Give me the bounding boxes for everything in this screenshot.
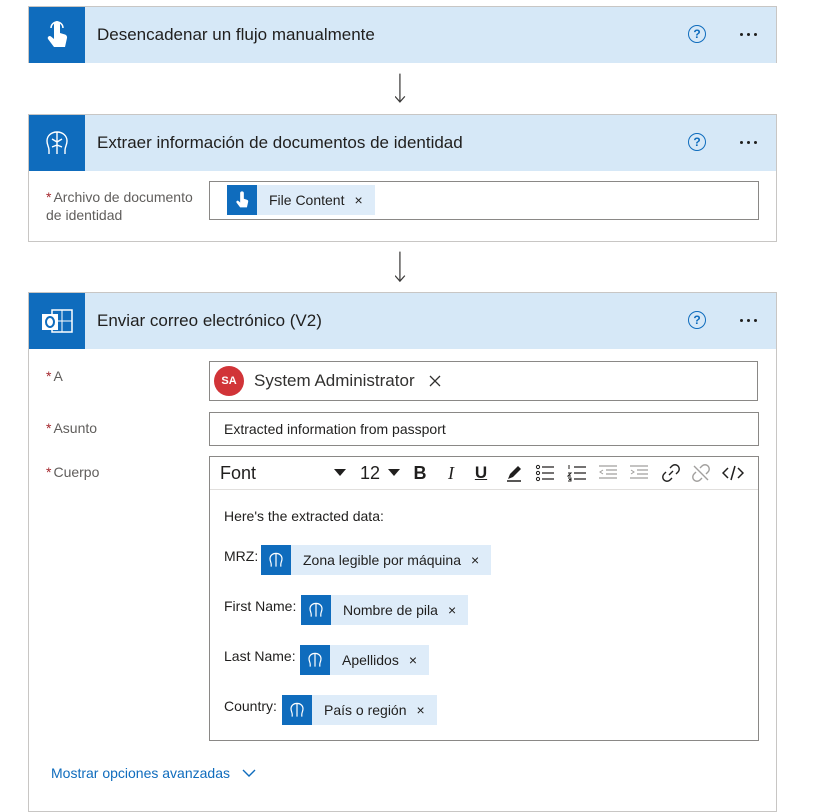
remove-token-icon[interactable]: × (471, 552, 479, 568)
connector-arrow-icon (395, 73, 406, 103)
help-button[interactable]: ? (688, 133, 706, 151)
document-label-line1: Archivo de documento (53, 189, 193, 205)
remove-token-icon[interactable]: × (417, 702, 425, 718)
help-glyph: ? (693, 135, 701, 149)
subject-value: Extracted information from passport (224, 421, 446, 437)
help-glyph: ? (693, 313, 701, 327)
remove-recipient-icon[interactable] (429, 375, 441, 387)
ai-builder-brain-icon (261, 545, 291, 575)
mrz-token[interactable]: Zona legible por máquina × (261, 545, 492, 575)
remove-token-icon[interactable]: × (354, 192, 362, 208)
mrz-label: MRZ: (224, 548, 259, 564)
hand-touch-icon (29, 7, 85, 63)
send-email-title: Enviar correo electrónico (V2) (97, 311, 322, 330)
help-glyph: ? (693, 27, 701, 41)
caret-down-icon (388, 469, 400, 476)
body-intro-text: Here's the extracted data: (224, 508, 384, 524)
hand-touch-icon (227, 185, 257, 215)
bold-button[interactable]: B (410, 461, 430, 485)
font-size-value: 12 (360, 462, 381, 483)
file-content-token[interactable]: File Content × (227, 185, 375, 215)
extract-title: Extraer información de documentos de ide… (97, 133, 463, 152)
font-family-value: Font (220, 462, 257, 483)
avatar-initials: SA (221, 375, 237, 387)
advanced-link-label: Mostrar opciones avanzadas (51, 765, 230, 781)
document-field-label: * Archivo de documento de identidad (46, 188, 193, 224)
required-mark: * (46, 368, 52, 384)
remove-link-icon[interactable] (690, 461, 712, 485)
first-name-label: First Name: (224, 598, 297, 614)
remove-token-icon[interactable]: × (448, 602, 456, 618)
help-button[interactable]: ? (688, 25, 706, 43)
country-token[interactable]: País o región × (282, 695, 437, 725)
ai-builder-brain-icon (300, 645, 330, 675)
numbered-list-icon[interactable] (566, 461, 588, 485)
token-label: File Content (269, 192, 345, 208)
avatar: SA (214, 366, 244, 396)
ai-builder-brain-icon (282, 695, 312, 725)
token-label: Nombre de pila (343, 602, 438, 618)
decrease-indent-icon[interactable] (597, 461, 619, 485)
show-advanced-options-link[interactable]: Mostrar opciones avanzadas (51, 765, 256, 781)
token-label: Zona legible por máquina (303, 552, 461, 568)
to-label: A (53, 368, 63, 384)
last-name-token[interactable]: Apellidos × (300, 645, 430, 675)
remove-token-icon[interactable]: × (409, 652, 417, 668)
trigger-card-header[interactable]: Desencadenar un flujo manualmente ? (29, 7, 776, 63)
more-options-button[interactable] (734, 131, 762, 153)
required-mark: * (46, 464, 52, 480)
first-name-token[interactable]: Nombre de pila × (301, 595, 469, 625)
font-family-dropdown[interactable]: Font (220, 461, 346, 485)
highlight-pen-icon[interactable] (503, 461, 525, 485)
editor-toolbar: Font 12 B I U (210, 457, 758, 490)
outlook-icon (29, 293, 85, 349)
document-label-line2: de identidad (46, 207, 123, 223)
ai-builder-brain-icon (301, 595, 331, 625)
token-label: Apellidos (342, 652, 399, 668)
to-field-label: * A (46, 367, 63, 385)
trigger-card[interactable]: Desencadenar un flujo manualmente ? (28, 6, 777, 63)
code-view-icon[interactable] (721, 461, 745, 485)
body-label: Cuerpo (53, 464, 100, 480)
recipient-name: System Administrator (254, 371, 415, 390)
country-label: Country: (224, 698, 277, 714)
underline-button[interactable]: U (471, 461, 491, 485)
font-size-dropdown[interactable]: 12 (360, 461, 400, 485)
caret-down-icon (334, 469, 346, 476)
body-field-label: * Cuerpo (46, 463, 99, 481)
italic-button[interactable]: I (441, 461, 461, 485)
ai-builder-brain-icon (29, 115, 85, 171)
send-email-card-header[interactable]: Enviar correo electrónico (V2) ? (29, 293, 776, 349)
last-name-label: Last Name: (224, 648, 296, 664)
recipient-chip[interactable]: SA System Administrator (214, 366, 441, 396)
more-options-button[interactable] (734, 309, 762, 331)
subject-label: Asunto (53, 420, 98, 436)
bullet-list-icon[interactable] (534, 461, 556, 485)
trigger-title: Desencadenar un flujo manualmente (97, 25, 375, 44)
increase-indent-icon[interactable] (628, 461, 650, 485)
insert-link-icon[interactable] (660, 461, 682, 485)
connector-arrow-icon (395, 251, 406, 283)
extract-card-header[interactable]: Extraer información de documentos de ide… (29, 115, 776, 171)
required-mark: * (46, 189, 52, 205)
more-options-button[interactable] (734, 23, 762, 45)
subject-input[interactable]: Extracted information from passport (209, 412, 759, 446)
subject-field-label: * Asunto (46, 419, 97, 437)
required-mark: * (46, 420, 52, 436)
help-button[interactable]: ? (688, 311, 706, 329)
token-label: País o región (324, 702, 407, 718)
chevron-down-icon (242, 769, 256, 777)
